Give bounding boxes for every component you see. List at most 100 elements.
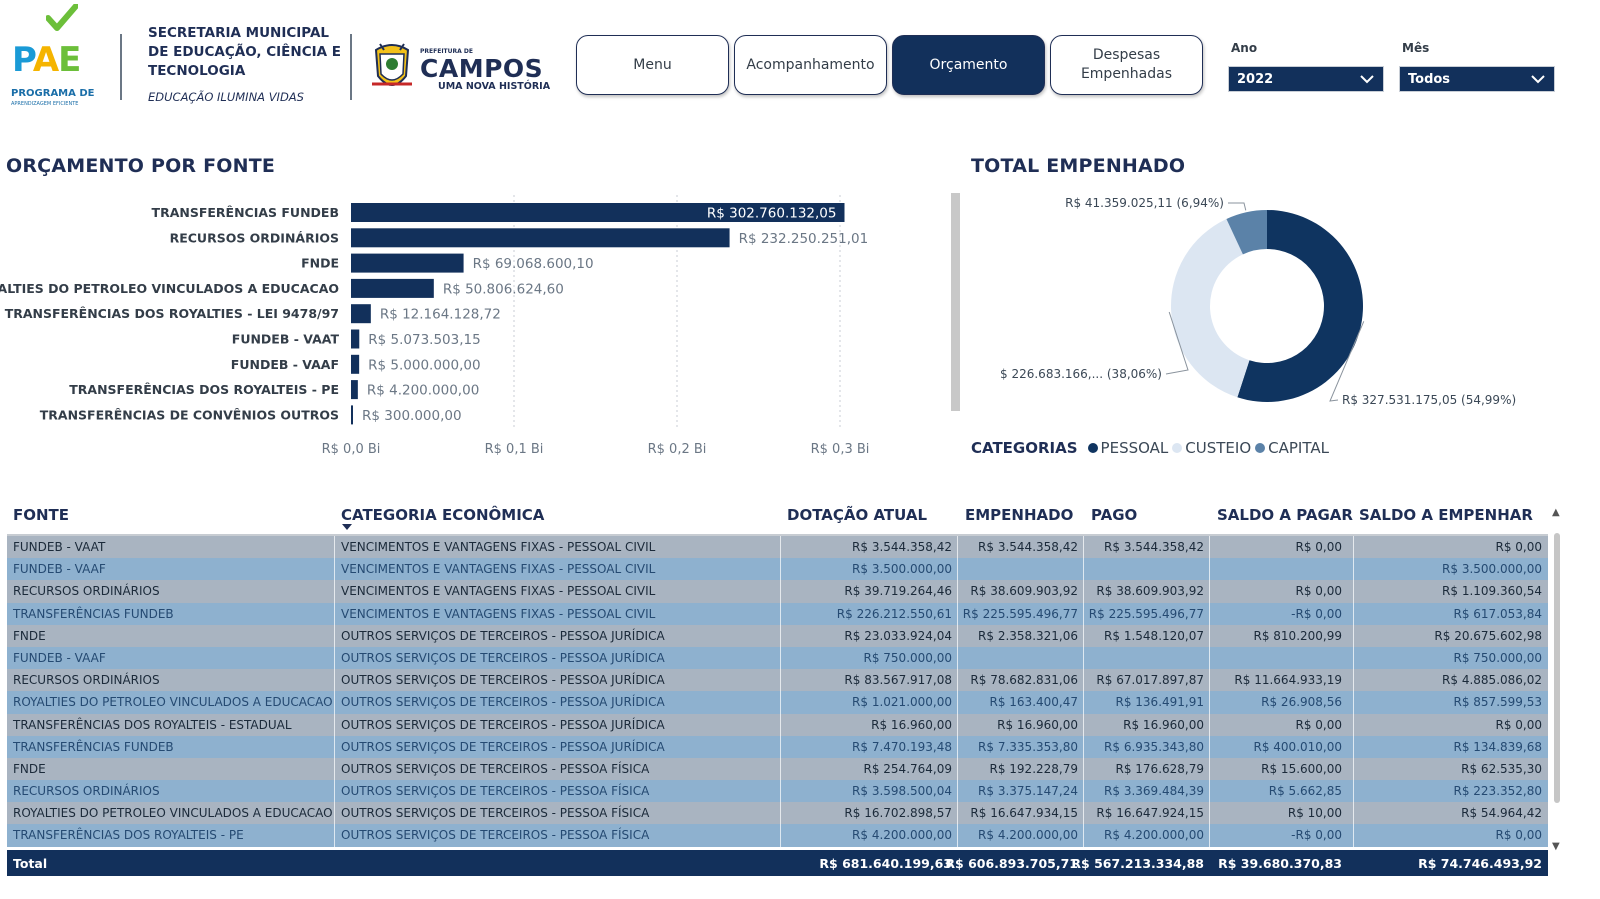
scroll-down-icon[interactable]: ▼ [1552,841,1560,852]
secretaria-title: SECRETARIA MUNICIPAL DE EDUCAÇÃO, CIÊNCI… [148,25,341,79]
table-row[interactable]: ROYALTIES DO PETROLEO VINCULADOS A EDUCA… [7,691,1548,714]
column-header-pago[interactable]: PAGO [1091,506,1137,524]
column-divider [957,713,958,736]
column-divider [1209,669,1210,692]
bar-data-label: R$ 5.000.000,00 [368,357,480,373]
table-cell: R$ 4.200.000,00 [1104,828,1204,843]
bar[interactable] [351,329,360,349]
column-divider [1209,691,1210,714]
filter-ano-select[interactable]: 2022 [1228,66,1384,92]
column-divider [780,602,781,625]
table-row[interactable]: RECURSOS ORDINÁRIOS OUTROS SERVIÇOS DE TE… [7,669,1548,692]
sort-descending-icon[interactable] [342,524,352,530]
legend-label-pessoal[interactable]: PESSOAL [1101,439,1169,457]
table-row[interactable]: FUNDEB - VAAF OUTROS SERVIÇOS DE TERCEIRO… [7,646,1548,670]
bar[interactable] [351,253,464,273]
bar-category-label: TRANSFERÊNCIAS DOS ROYALTEIS - PE [69,382,339,397]
header-divider [120,34,122,100]
filter-mes-select[interactable]: Todos [1399,66,1555,92]
table-scrollbar[interactable]: ▲ ▼ [1551,505,1563,855]
table-row[interactable]: FNDE OUTROS SERVIÇOS DE TERCEIROS - PESSO… [7,757,1548,781]
donut-data-label: R$ 327.531.175,05 (54,99%) [1342,393,1516,407]
table-cell: R$ 1.548.120,07 [1104,628,1204,643]
table-row[interactable]: FNDE OUTROS SERVIÇOS DE TERCEIROS - PESSO… [7,624,1548,647]
bar[interactable] [351,228,730,248]
column-header-fonte[interactable]: FONTE [13,506,69,524]
nav-button-orcamento[interactable]: Orçamento [892,35,1045,95]
total-saldo-pagar: R$ 39.680.370,83 [1218,856,1342,871]
scroll-up-icon[interactable]: ▲ [1552,507,1560,518]
column-divider [334,713,335,736]
donut-leader-line [1228,202,1247,211]
table-row[interactable]: FUNDEB - VAAT VENCIMENTOS E VANTAGENS FIX… [7,536,1548,559]
table-cell: R$ 15.600,00 [1261,761,1342,776]
legend-label-custeio[interactable]: CUSTEIO [1185,439,1251,457]
table-cell: OUTROS SERVIÇOS DE TERCEIROS - PESSOA JU… [341,739,665,754]
table-cell: RECURSOS ORDINÁRIOS [13,584,160,599]
campos-wordmark: CAMPOS [420,54,544,83]
table-cell: R$ 3.544.358,42 [978,540,1078,554]
table-cell: FNDE [13,628,46,643]
column-header-saldo-pagar[interactable]: SALDO A PAGAR [1217,506,1353,524]
nav-button-despesas[interactable]: Despesas Empenhadas [1050,35,1203,95]
column-divider [780,624,781,647]
bar[interactable] [351,278,434,298]
table-row[interactable]: RECURSOS ORDINÁRIOS OUTROS SERVIÇOS DE TE… [7,780,1548,803]
table-cell: RECURSOS ORDINÁRIOS [13,673,160,688]
filter-mes-label: Mês [1402,41,1430,55]
table-cell: R$ 78.682.831,06 [970,673,1078,688]
chart-scrollbar[interactable] [951,193,960,411]
table-cell: OUTROS SERVIÇOS DE TERCEIROS - PESSOA JU… [341,717,665,732]
table-row[interactable]: TRANSFERÊNCIAS FUNDEB OUTROS SERVIÇOS DE … [7,735,1548,758]
bar-category-label: ROYALTIES DO PETROLEO VINCULADOS A EDUCA… [0,281,339,296]
scroll-thumb[interactable] [1554,533,1560,803]
column-header-categoria[interactable]: CATEGORIA ECONÔMICA [341,506,544,524]
table-row[interactable]: ROYALTIES DO PETROLEO VINCULADOS A EDUCA… [7,802,1548,825]
table-cell: OUTROS SERVIÇOS DE TERCEIROS - PESSOA JU… [341,650,665,665]
column-header-empenhado[interactable]: EMPENHADO [965,506,1073,524]
table-cell: R$ 3.369.484,39 [1104,784,1204,799]
bar[interactable] [351,304,371,324]
table-cell: R$ 134.839,68 [1453,739,1543,754]
table-row[interactable]: RECURSOS ORDINÁRIOS VENCIMENTOS E VANTAGE… [7,580,1548,603]
table-cell: ROYALTIES DO PETROLEO VINCULADOS A EDUCA… [13,695,333,710]
column-divider [1083,735,1084,758]
column-header-dotacao[interactable]: DOTAÇÃO ATUAL [787,506,927,524]
bar-data-label: R$ 5.073.503,15 [368,332,480,348]
table-cell: -R$ 0,00 [1291,828,1342,843]
table-row[interactable]: TRANSFERÊNCIAS DOS ROYALTEIS - ESTADUAL O… [7,713,1548,736]
bar[interactable] [351,380,358,400]
column-divider [957,558,958,581]
column-divider [1353,713,1354,736]
column-divider [334,802,335,825]
bar[interactable] [351,405,353,425]
column-header-saldo-empenhar[interactable]: SALDO A EMPENHAR [1359,506,1533,524]
pae-subtitle-small: APRENDIZAGEM EFICIENTE [11,101,79,107]
table-row[interactable]: TRANSFERÊNCIAS FUNDEB VENCIMENTOS E VANTA… [7,602,1548,625]
nav-button-acompanhamento[interactable]: Acompanhamento [734,35,887,95]
table-cell: R$ 810.200,99 [1253,628,1343,643]
table-cell: VENCIMENTOS E VANTAGENS FIXAS - PESSOAL … [341,606,656,621]
column-divider [1083,558,1084,581]
column-divider [957,824,958,847]
bar-data-label: R$ 69.068.600,10 [473,256,594,272]
column-divider [780,558,781,581]
table-row[interactable]: FUNDEB - VAAF VENCIMENTOS E VANTAGENS FIX… [7,558,1548,581]
bar-category-label: FNDE [301,256,339,271]
legend-label-capital[interactable]: CAPITAL [1268,439,1329,457]
table-cell: R$ 16.702.898,57 [844,806,952,821]
table-row[interactable]: TRANSFERÊNCIAS DOS ROYALTEIS - PE OUTROS … [7,824,1548,847]
table-cell: R$ 1.021.000,00 [852,695,952,710]
table-cell: R$ 16.960,00 [997,717,1078,732]
table-cell: R$ 254.764,09 [863,761,953,776]
bar[interactable] [351,354,360,374]
column-divider [780,691,781,714]
nav-button-menu[interactable]: Menu [576,35,729,95]
table-cell: R$ 192.228,79 [989,761,1079,776]
bar-data-label: R$ 4.200.000,00 [367,383,479,399]
bar-category-label: RECURSOS ORDINÁRIOS [170,230,339,245]
column-divider [1083,624,1084,647]
column-divider [780,802,781,825]
pae-letters: PAE [12,40,81,80]
column-divider [780,757,781,781]
